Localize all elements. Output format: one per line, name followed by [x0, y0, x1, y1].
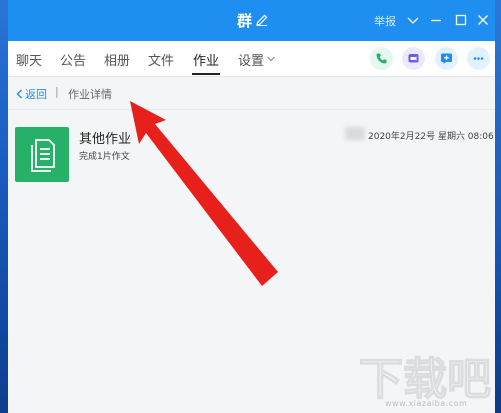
document-icon: [31, 138, 55, 172]
back-label: 返回: [25, 88, 47, 101]
homework-title: 其他作业: [79, 132, 132, 147]
breadcrumb-separator: |: [55, 85, 59, 98]
active-tab-indicator: [192, 73, 220, 75]
watermark-url: www.xiazaiba.com: [385, 399, 468, 408]
voice-call-button[interactable]: [370, 47, 393, 70]
tab-album[interactable]: 相册: [104, 50, 130, 69]
close-icon[interactable]: [474, 11, 492, 29]
tab-files[interactable]: 文件: [148, 50, 174, 69]
desktop-background-right: [495, 0, 501, 413]
homework-date: 2020年2月22号 星期六 08:06: [368, 132, 494, 142]
phone-icon: [376, 53, 387, 64]
title-bar: 群 举报: [8, 0, 495, 41]
add-app-icon: [441, 53, 452, 64]
group-name: 群: [237, 12, 253, 30]
chevron-down-icon[interactable]: [404, 11, 422, 29]
redacted-author: [345, 127, 365, 140]
tab-bar: 聊天 公告 相册 文件 作业 设置: [8, 41, 495, 77]
more-button[interactable]: [467, 47, 490, 70]
maximize-icon[interactable]: [452, 11, 470, 29]
chevron-down-icon[interactable]: [266, 55, 276, 63]
more-icon: [473, 57, 484, 60]
homework-description: 完成1片作文: [79, 152, 130, 162]
tab-homework[interactable]: 作业: [193, 50, 219, 69]
breadcrumb: 返回 | 作业详情: [8, 77, 495, 110]
homework-attachment[interactable]: [15, 127, 69, 182]
page-title: 作业详情: [68, 88, 112, 101]
video-call-button[interactable]: [402, 47, 425, 70]
video-call-icon: [408, 54, 419, 63]
pencil-icon[interactable]: [255, 13, 269, 27]
add-app-button[interactable]: [435, 47, 458, 70]
minimize-icon[interactable]: [427, 11, 445, 29]
desktop-background-left: [0, 0, 8, 413]
report-link[interactable]: 举报: [374, 13, 396, 29]
watermark-brand: 下载吧: [359, 354, 491, 405]
tab-notice[interactable]: 公告: [60, 50, 86, 69]
tab-settings[interactable]: 设置: [238, 50, 264, 69]
tab-chat[interactable]: 聊天: [16, 50, 42, 69]
chevron-left-icon: [16, 89, 22, 99]
back-button[interactable]: 返回: [16, 86, 47, 102]
